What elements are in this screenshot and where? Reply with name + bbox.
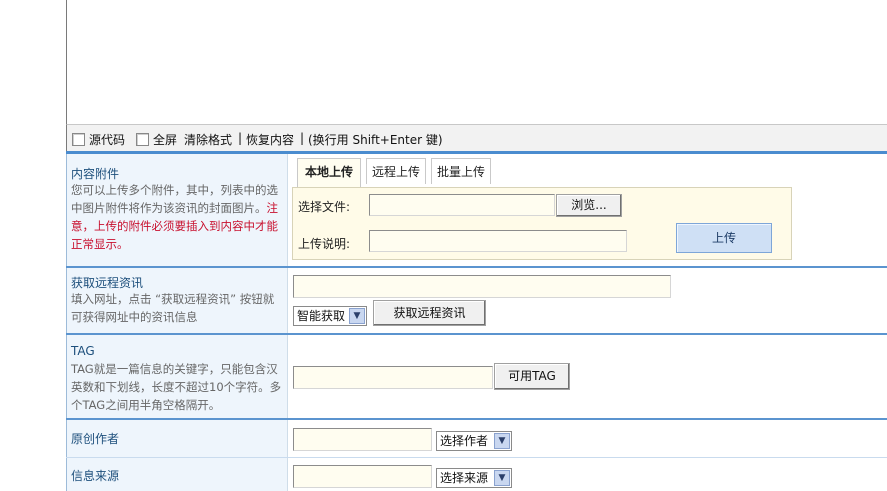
source-input[interactable] [293,465,432,488]
author-label-cell: 原创作者 [66,420,287,457]
tag-label-cell: TAG TAG就是一篇信息的关键字，只能包含汉英数和下划线，长度不超过10个字符… [66,335,287,418]
upload-description-label: 上传说明: [298,237,351,251]
restore-content-link[interactable]: 恢复内容 [246,131,294,148]
toolbar-divider: | [238,131,243,145]
remote-description: 填入网址，点击 “获取远程资讯” 按钮就可获得网址中的资讯信息 [71,292,275,324]
fetch-mode-value: 智能获取 [297,309,346,323]
fetch-mode-select[interactable]: 智能获取 ▼ [293,306,367,326]
chevron-down-icon: ▼ [494,470,510,486]
browse-button[interactable]: 浏览... [556,194,622,217]
source-code-checkbox[interactable] [72,133,85,146]
remote-url-input[interactable] [293,275,671,298]
file-path-input[interactable] [369,194,555,216]
tab-batch-upload[interactable]: 批量上传 [431,158,491,184]
author-input[interactable] [293,428,432,451]
tab-remote-upload[interactable]: 远程上传 [366,158,426,184]
attachments-label-cell: 内容附件 您可以上传多个附件，其中，列表中的选中图片附件将作为该资讯的封面图片。… [66,154,287,267]
available-tag-button[interactable]: 可用TAG [494,363,570,390]
clear-format-link[interactable]: 清除格式 [184,131,232,148]
chevron-down-icon: ▼ [349,308,365,324]
author-select[interactable]: 选择作者 ▼ [436,431,512,451]
chevron-down-icon: ▼ [494,433,510,449]
upload-button[interactable]: 上传 [676,223,772,253]
fullscreen-toggle[interactable]: 全屏 [136,131,177,148]
select-file-label: 选择文件: [298,200,351,214]
tag-title: TAG [71,344,95,358]
author-title: 原创作者 [71,432,120,446]
tag-description: TAG就是一篇信息的关键字，只能包含汉英数和下划线，长度不超过10个字符。多个T… [71,362,282,412]
source-label-cell: 信息来源 [66,458,287,491]
toolbar-divider: | [300,131,305,145]
tab-local-upload[interactable]: 本地上传 [297,158,361,187]
newline-hint: (换行用 Shift+Enter 键) [308,133,443,147]
upload-description-input[interactable] [369,230,627,252]
attachments-description: 您可以上传多个附件，其中，列表中的选中图片附件将作为该资讯的封面图片。注意，上传… [71,181,283,253]
source-select[interactable]: 选择来源 ▼ [436,468,512,488]
editor-toolbar: 源代码 全屏 清除格式 | 恢复内容 | (换行用 Shift+Enter 键) [66,125,887,151]
fullscreen-label: 全屏 [153,133,178,147]
fullscreen-checkbox[interactable] [136,133,149,146]
source-code-label: 源代码 [89,133,126,147]
attachments-desc-text: 您可以上传多个附件，其中，列表中的选中图片附件将作为该资讯的封面图片。 [71,183,278,215]
remote-title: 获取远程资讯 [71,276,144,290]
attachments-title: 内容附件 [71,167,120,181]
tag-input[interactable] [293,366,493,389]
fetch-remote-button[interactable]: 获取远程资讯 [373,300,486,326]
author-select-value: 选择作者 [440,434,489,448]
source-code-toggle[interactable]: 源代码 [72,131,125,148]
source-title: 信息来源 [71,469,120,483]
content-editor-area[interactable] [66,0,887,125]
source-select-value: 选择来源 [440,471,489,485]
remote-label-cell: 获取远程资讯 填入网址，点击 “获取远程资讯” 按钮就可获得网址中的资讯信息 [66,268,287,334]
